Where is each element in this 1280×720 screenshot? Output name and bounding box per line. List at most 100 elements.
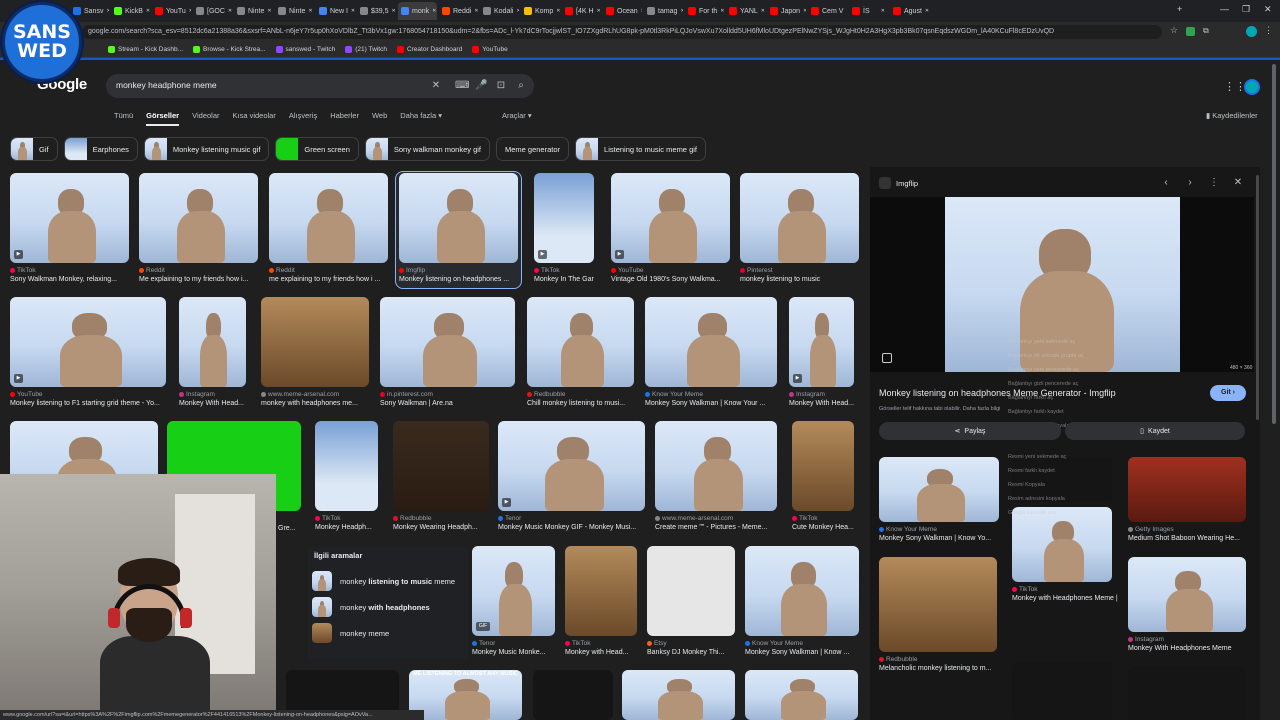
result-image[interactable] [261, 297, 369, 387]
related-search-item[interactable]: monkey listening to music meme [308, 568, 468, 594]
extension-icon[interactable] [1186, 27, 1195, 36]
result-image[interactable] [139, 173, 258, 263]
bookmark-item[interactable]: sanswed - Twitch [275, 46, 335, 53]
search-tab[interactable]: Tümü [114, 111, 133, 120]
result-caption[interactable]: TikTok Sony Walkman Monkey, relaxing... [10, 266, 129, 286]
refinement-chip[interactable]: Gif [10, 137, 58, 161]
result-caption[interactable]: Know Your Meme Monkey Sony Walkman | Know… [645, 390, 777, 410]
browser-tab[interactable]: $39,5 ✕ [357, 2, 396, 20]
result-image[interactable]: ▶ [10, 297, 166, 387]
browser-tab[interactable]: KickB ✕ [111, 2, 150, 20]
result-caption-partial[interactable]: Gre... [278, 524, 296, 535]
close-panel-icon[interactable]: ✕ [1232, 177, 1244, 188]
tab-close-icon[interactable]: ✕ [680, 8, 683, 14]
tab-close-icon[interactable]: ✕ [761, 8, 765, 14]
save-button[interactable]: ▯ Kaydet [1065, 422, 1245, 440]
panel-related-image[interactable] [879, 557, 997, 652]
new-tab-button[interactable]: + [1177, 4, 1182, 14]
preview-title[interactable]: Monkey listening on headphones Meme Gene… [879, 388, 1116, 398]
refinement-chip[interactable]: Monkey listening music gif [143, 137, 270, 161]
result-caption[interactable]: TikTok Monkey with Head... [565, 639, 637, 659]
panel-related-image[interactable] [1128, 457, 1246, 522]
result-caption[interactable]: YouTube Monkey listening to F1 starting g… [10, 390, 166, 410]
search-tab[interactable]: Alışveriş [289, 111, 317, 120]
panel-scrollbar[interactable] [1256, 175, 1259, 420]
bookmark-item[interactable]: YouTube [472, 46, 508, 53]
tab-close-icon[interactable]: ✕ [846, 8, 847, 14]
bookmark-item[interactable]: Creator Dashboard [396, 46, 462, 53]
panel-related-caption[interactable]: TikTok Monkey with Headphones Meme | ... [1012, 585, 1120, 605]
clear-search-icon[interactable]: ✕ [430, 79, 442, 93]
result-caption[interactable]: Tenor Monkey Music Monkey GIF - Monkey Mu… [498, 514, 645, 534]
result-caption[interactable]: TikTok Monkey In The Gar... [534, 266, 594, 286]
result-image[interactable] [533, 670, 613, 720]
minimize-icon[interactable]: — [1220, 4, 1229, 14]
result-image[interactable] [745, 670, 858, 720]
tab-close-icon[interactable]: ✕ [803, 8, 806, 14]
browser-tab[interactable]: Ninte ✕ [275, 2, 314, 20]
browser-tab[interactable]: New I ✕ [316, 2, 355, 20]
page-scrollbar[interactable] [1272, 64, 1276, 424]
result-image[interactable] [745, 546, 859, 636]
tab-close-icon[interactable]: ✕ [925, 8, 929, 14]
search-tab[interactable]: Web [372, 111, 387, 120]
tab-close-icon[interactable]: ✕ [516, 8, 519, 14]
tab-close-icon[interactable]: ✕ [351, 8, 355, 14]
search-tab[interactable]: Haberler [330, 111, 359, 120]
result-caption[interactable]: Etsy Banksy DJ Monkey Thi... [647, 639, 735, 659]
panel-source[interactable]: Imgflip [879, 177, 918, 189]
result-image[interactable] [655, 421, 777, 511]
search-tab[interactable]: Videolar [192, 111, 219, 120]
result-image[interactable]: ▶ [789, 297, 854, 387]
result-image[interactable]: ▶ [611, 173, 730, 263]
tab-close-icon[interactable]: ✕ [392, 8, 396, 14]
tab-close-icon[interactable]: ✕ [146, 8, 150, 14]
previous-image-icon[interactable]: ‹ [1160, 177, 1172, 188]
tab-close-icon[interactable]: ✕ [189, 8, 191, 14]
saved-button[interactable]: ▮ Kaydedilenler [1206, 111, 1258, 120]
panel-placeholder-image[interactable] [1128, 667, 1246, 720]
close-window-icon[interactable]: ✕ [1264, 4, 1272, 15]
browser-tab[interactable]: Japon ✕ [767, 2, 806, 20]
browser-tab[interactable]: Reddi ✕ [439, 2, 478, 20]
panel-related-image[interactable] [1128, 557, 1246, 632]
browser-tab[interactable]: tamag ✕ [644, 2, 683, 20]
result-image[interactable] [399, 173, 518, 263]
search-icon[interactable]: ⌕ [515, 79, 527, 93]
result-caption[interactable]: Pinterest monkey listening to music [740, 266, 859, 286]
result-caption[interactable]: Reddit Me explaining to my friends how i.… [139, 266, 258, 286]
result-image[interactable] [269, 173, 388, 263]
tab-close-icon[interactable]: ✕ [556, 8, 560, 14]
keyboard-icon[interactable]: ⌨ [455, 79, 469, 93]
result-image[interactable]: ▶ [10, 173, 129, 263]
panel-related-image[interactable] [879, 457, 999, 522]
result-caption[interactable]: YouTube Vintage Old 1980's Sony Walkma... [611, 266, 730, 286]
result-image[interactable]: ME LISTENING TO ALMOST ANY MUSIC [409, 670, 522, 720]
account-avatar[interactable] [1244, 79, 1260, 95]
browser-tab[interactable]: Ninte ✕ [234, 2, 273, 20]
result-image[interactable]: ▶ [534, 173, 594, 263]
browser-profile-avatar[interactable] [1246, 26, 1257, 37]
bookmark-item[interactable]: (21) Twitch [345, 46, 387, 53]
tab-close-icon[interactable]: ✕ [267, 8, 271, 14]
refinement-chip[interactable]: Meme generator [496, 137, 570, 161]
result-caption[interactable]: Reddit me explaining to my friends how i … [269, 266, 388, 286]
tab-close-icon[interactable]: ✕ [228, 8, 232, 14]
refinement-chip[interactable]: Listening to music meme gif [575, 137, 706, 161]
result-caption[interactable]: TikTok Monkey Headph... [315, 514, 378, 534]
result-image[interactable] [647, 546, 735, 636]
related-search-item[interactable]: monkey with headphones [308, 594, 468, 620]
browser-tab[interactable]: [4K H ✕ [562, 2, 601, 20]
result-caption[interactable]: Redbubble Monkey Wearing Headph... [393, 514, 489, 534]
preview-image[interactable]: Bağlantıyı yeni sekmede aç Bağlantıyı bir… [870, 197, 1254, 429]
result-caption[interactable]: www.meme-arsenal.com Create meme "" - Pic… [655, 514, 777, 534]
search-tab[interactable]: Görseller [146, 111, 179, 126]
tab-close-icon[interactable]: ✕ [597, 8, 601, 14]
result-caption[interactable]: Instagram Monkey With Head... [789, 390, 854, 410]
browser-menu-icon[interactable]: ⋮ [1264, 25, 1273, 36]
browser-tab[interactable]: Kodali ✕ [480, 2, 519, 20]
browser-tab[interactable]: İS ✕ [849, 2, 888, 20]
lens-search-icon[interactable]: ⊡ [495, 79, 507, 93]
result-image[interactable] [792, 421, 854, 511]
result-image[interactable] [565, 546, 637, 636]
